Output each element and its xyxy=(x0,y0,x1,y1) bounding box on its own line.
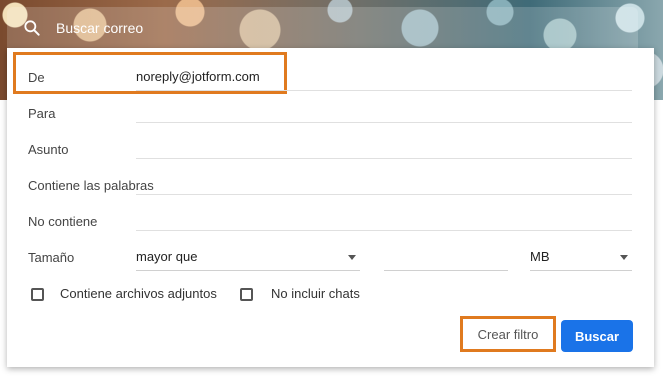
create-filter-button[interactable]: Crear filtro xyxy=(460,316,556,352)
size-label: Tamaño xyxy=(28,250,75,265)
to-field[interactable] xyxy=(136,96,632,123)
exclude-chats-checkbox[interactable] xyxy=(240,288,253,301)
has-attachment-label: Contiene archivos adjuntos xyxy=(60,286,217,301)
chevron-down-icon xyxy=(620,255,628,260)
doesnt-have-row: No contiene xyxy=(7,204,654,240)
size-row: Tamaño mayor que MB xyxy=(7,240,654,276)
search-button[interactable]: Buscar xyxy=(561,320,633,352)
from-label: De xyxy=(28,70,45,85)
has-words-row: Contiene las palabras xyxy=(7,168,654,204)
search-input[interactable]: Buscar correo xyxy=(56,20,143,36)
size-unit-select[interactable]: MB xyxy=(530,244,632,271)
size-unit-value: MB xyxy=(530,249,550,264)
search-icon[interactable] xyxy=(22,18,42,38)
subject-label: Asunto xyxy=(28,142,69,157)
doesnt-have-field[interactable] xyxy=(136,204,632,231)
subject-field[interactable] xyxy=(136,132,632,159)
size-value-input[interactable] xyxy=(384,244,508,271)
subject-row: Asunto xyxy=(7,132,654,168)
has-words-field[interactable] xyxy=(136,168,632,195)
search-bar[interactable]: Buscar correo xyxy=(7,7,638,48)
size-comparator-select[interactable]: mayor que xyxy=(136,244,360,271)
has-words-label: Contiene las palabras xyxy=(28,178,154,193)
has-attachment-checkbox[interactable] xyxy=(31,288,44,301)
from-field[interactable]: noreply@jotform.com xyxy=(136,64,632,91)
doesnt-have-label: No contiene xyxy=(28,214,98,229)
size-comparator-value: mayor que xyxy=(136,249,198,264)
exclude-chats-label: No incluir chats xyxy=(271,286,360,301)
to-row: Para xyxy=(7,96,654,132)
to-label: Para xyxy=(28,106,56,121)
search-filter-panel: De noreply@jotform.com Para Asunto Conti… xyxy=(7,48,654,367)
chevron-down-icon xyxy=(348,255,356,260)
from-row: De noreply@jotform.com xyxy=(7,60,654,96)
